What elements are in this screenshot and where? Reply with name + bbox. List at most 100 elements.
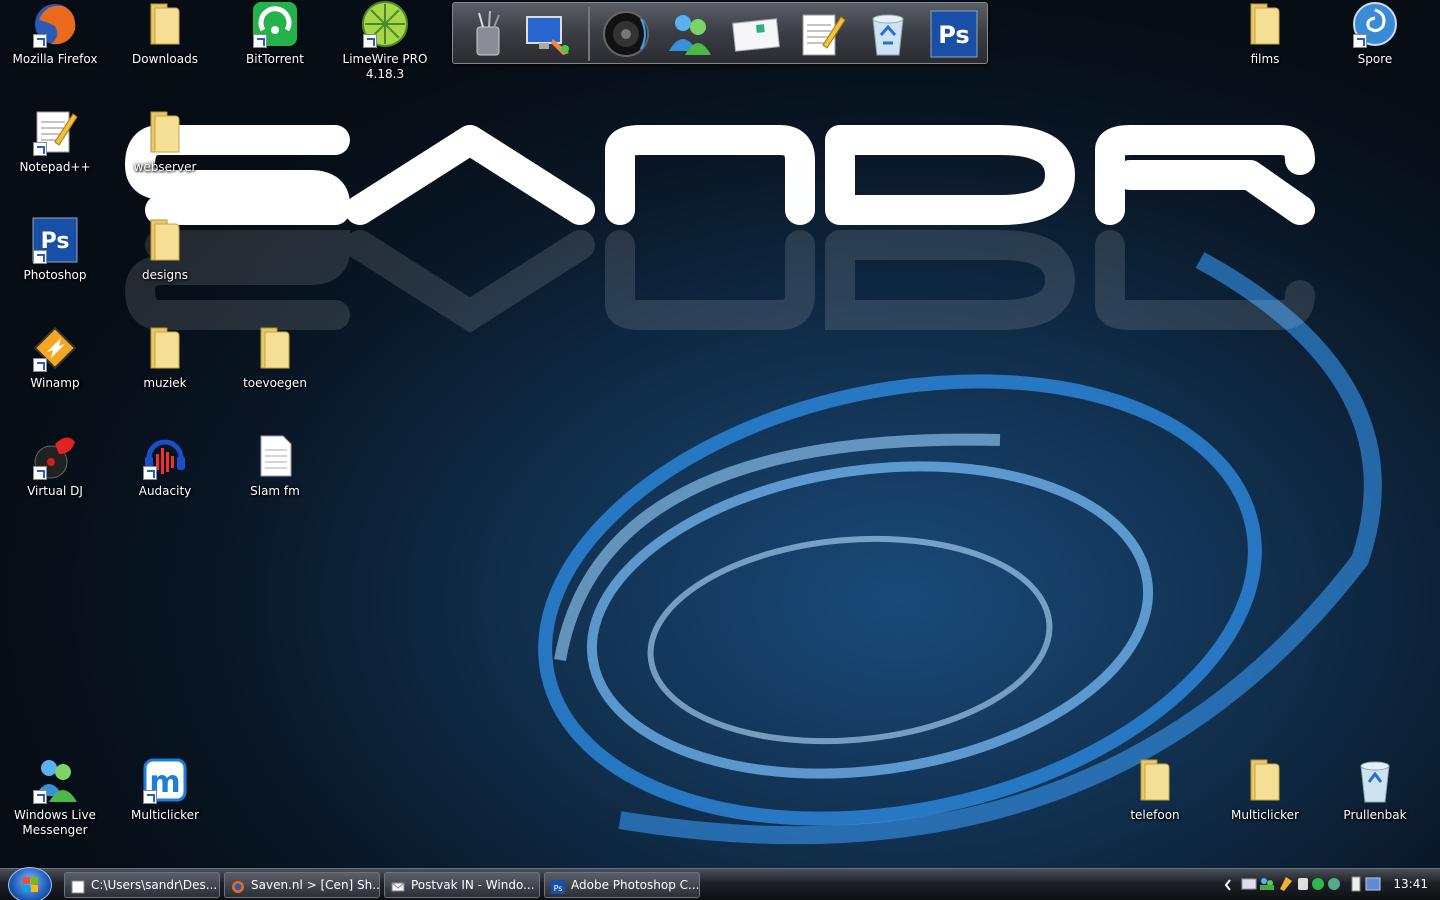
desktop-icon[interactable]: films	[1215, 0, 1315, 67]
shortcut-arrow-icon	[33, 142, 47, 156]
audacity-icon	[141, 432, 189, 480]
desktop-icon-label: Winamp	[30, 376, 80, 390]
desktop-icon-label: BitTorrent	[246, 52, 304, 66]
desktop-icon[interactable]: Slam fm	[225, 432, 325, 499]
windows-logo-icon	[23, 877, 38, 892]
virtualdj-icon	[31, 432, 79, 480]
shortcut-arrow-icon	[253, 34, 267, 48]
chevron-left-icon[interactable]	[1224, 879, 1231, 891]
shortcut-arrow-icon	[363, 34, 377, 48]
photoshop-icon[interactable]: Ps	[929, 9, 979, 59]
shortcut-arrow-icon	[33, 466, 47, 480]
taskbar-item-mail[interactable]: Postvak IN - Windo...	[384, 872, 540, 898]
desktop-icon[interactable]: Multiclicker	[1215, 756, 1315, 823]
notepad-icon[interactable]	[797, 9, 847, 59]
desktop-icon-label: Multiclicker	[130, 808, 200, 822]
dock-separator	[588, 7, 590, 61]
taskbar-item-explorer[interactable]: C:\Users\sandr\Des...	[64, 872, 220, 898]
bittorrent-icon	[251, 0, 299, 48]
shortcut-arrow-icon	[33, 34, 47, 48]
shortcut-arrow-icon	[1353, 34, 1367, 48]
desktop-icon[interactable]: toevoegen	[225, 324, 325, 391]
mail-icon[interactable]	[731, 9, 781, 59]
svg-text:Ps: Ps	[554, 884, 563, 893]
usb-icon[interactable]	[1298, 878, 1308, 890]
document-icon	[251, 432, 299, 480]
application-dock: Ps	[452, 2, 988, 64]
winamp-icon[interactable]	[1280, 877, 1292, 891]
desktop-icon[interactable]: Downloads	[115, 0, 215, 67]
clock[interactable]: 13:41	[1393, 877, 1428, 891]
folder-icon	[141, 108, 189, 156]
start-button[interactable]	[8, 867, 52, 900]
mail-icon	[391, 878, 405, 892]
folder-icon	[141, 324, 189, 372]
shortcut-arrow-icon	[33, 358, 47, 372]
desktop-icon[interactable]: muziek	[115, 324, 215, 391]
taskbar-item-label: Adobe Photoshop C...	[571, 878, 700, 892]
system-tray: 13:41	[1220, 869, 1440, 900]
desktop-icon[interactable]: Ps Photoshop	[5, 216, 105, 283]
messenger-icon[interactable]	[1260, 878, 1274, 890]
folder-icon	[141, 216, 189, 264]
taskbar-item-label: Saven.nl > [Cen] Sh...	[251, 878, 380, 892]
desktop-icon[interactable]: Spore	[1325, 0, 1425, 67]
desktop-icon[interactable]: Audacity	[115, 432, 215, 499]
desktop-icon[interactable]: LimeWire PRO 4.18.3	[335, 0, 435, 82]
desktop-icon[interactable]: Winamp	[5, 324, 105, 391]
wallpaper-art	[124, 125, 1382, 845]
desktop-icon[interactable]: BitTorrent	[225, 0, 325, 67]
desktop-icon-label: films	[1250, 52, 1280, 66]
folder-icon	[1241, 0, 1289, 48]
display-settings-icon[interactable]	[523, 9, 573, 59]
desktop-icon[interactable]: m Multiclicker	[115, 756, 215, 823]
desktop-icon[interactable]: Windows Live Messenger	[5, 756, 105, 838]
desktop-icon[interactable]: webserver	[115, 108, 215, 175]
photoshop-icon: Ps	[31, 216, 79, 264]
multiclicker-icon: m	[141, 756, 189, 804]
speaker-icon[interactable]	[601, 9, 651, 59]
spore-icon	[1351, 0, 1399, 48]
winamp-icon	[31, 324, 79, 372]
taskbar-item-photoshop[interactable]: Ps Adobe Photoshop C...	[544, 872, 700, 898]
limewire-icon[interactable]	[1328, 878, 1340, 890]
desktop-icon[interactable]: Mozilla Firefox	[5, 0, 105, 67]
taskbar-item-label: Postvak IN - Windo...	[411, 878, 535, 892]
desktop-icon[interactable]: telefoon	[1105, 756, 1205, 823]
taskbar-item-firefox[interactable]: Saven.nl > [Cen] Sh...	[224, 872, 380, 898]
messenger-icon	[31, 756, 79, 804]
desktop-icon-label: webserver	[133, 160, 197, 174]
desktop-icon-label: toevoegen	[243, 376, 307, 390]
folder-icon	[1241, 756, 1289, 804]
recycle-bin-icon[interactable]	[863, 9, 913, 59]
shortcut-arrow-icon	[143, 790, 157, 804]
desktop-wallpaper	[0, 0, 1440, 868]
network-icon[interactable]	[1365, 877, 1381, 891]
people-icon[interactable]	[665, 9, 715, 59]
power-icon[interactable]	[1351, 876, 1361, 892]
desktop-icon-label: Downloads	[132, 52, 198, 66]
desktop-icon-label: LimeWire PRO 4.18.3	[342, 52, 428, 81]
folder-icon	[251, 324, 299, 372]
taskbar-item-label: C:\Users\sandr\Des...	[91, 878, 218, 892]
bittorrent-icon[interactable]	[1312, 878, 1324, 890]
desktop-icon-label: Audacity	[138, 484, 192, 498]
desktop-icon-label: Windows Live Messenger	[14, 808, 96, 837]
desktop-icon[interactable]: designs	[115, 216, 215, 283]
desktop-icon-label: Slam fm	[250, 484, 300, 498]
desktop-icon-label: telefoon	[1130, 808, 1180, 822]
pencil-cup-icon[interactable]	[463, 9, 513, 59]
desktop-icon-label: Mozilla Firefox	[12, 52, 98, 66]
desktop-icon-label: Prullenbak	[1343, 808, 1407, 822]
desktop-icon-label: designs	[141, 268, 189, 282]
desktop-icon-label: Spore	[1357, 52, 1393, 66]
taskbar: C:\Users\sandr\Des... Saven.nl > [Cen] S…	[0, 867, 1440, 900]
desktop-icon[interactable]: Notepad++	[5, 108, 105, 175]
desktop-icon[interactable]: Virtual DJ	[5, 432, 105, 499]
desktop-icon-label: Notepad++	[19, 160, 91, 174]
shortcut-arrow-icon	[143, 466, 157, 480]
desktop-icon[interactable]: Prullenbak	[1325, 756, 1425, 823]
keyboard-icon[interactable]	[1241, 878, 1257, 890]
limewire-icon	[361, 0, 409, 48]
svg-text:Ps: Ps	[938, 21, 969, 49]
